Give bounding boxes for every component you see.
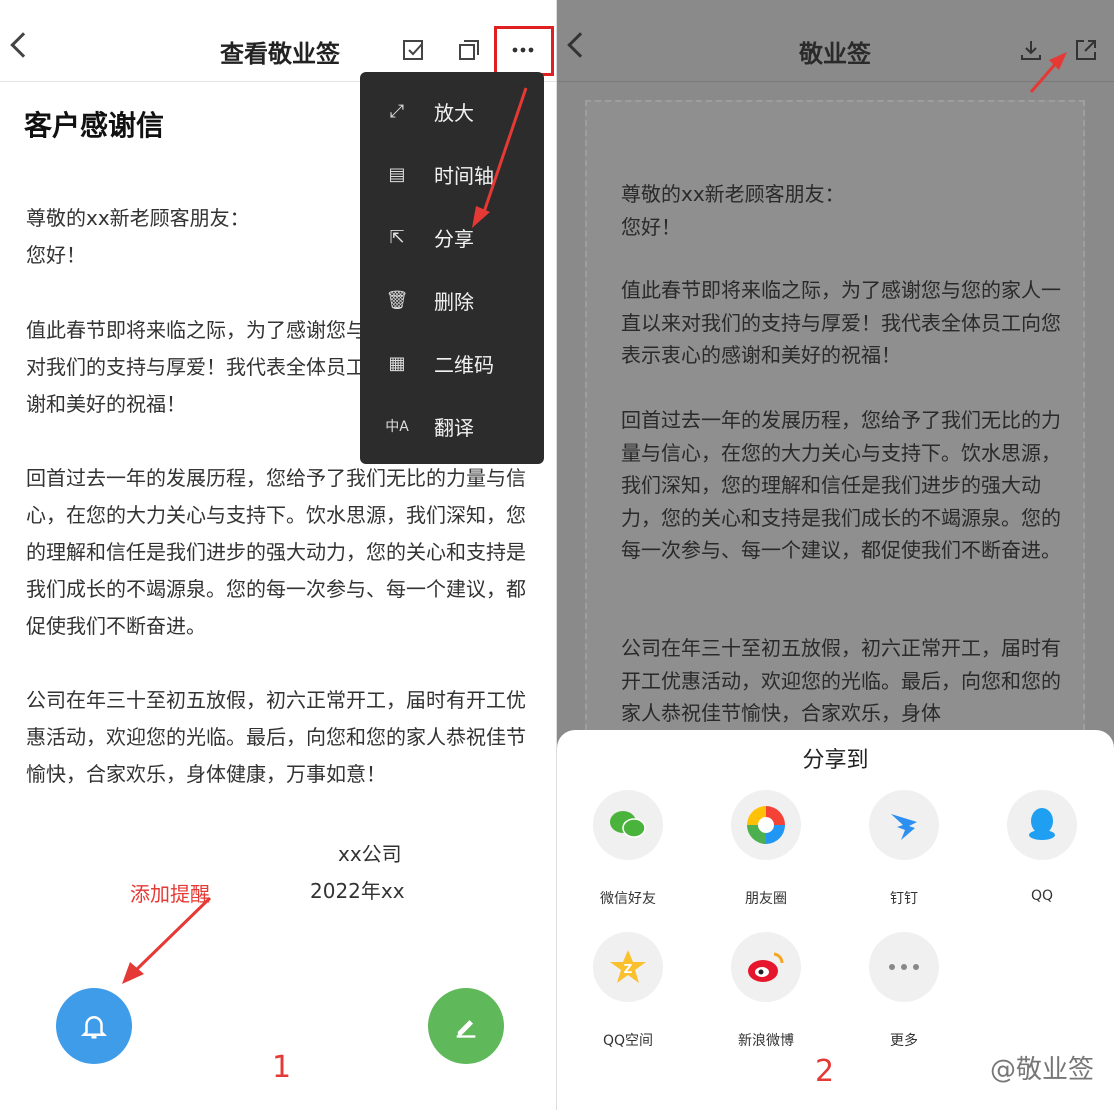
share-qzone[interactable]: Z QQ空间 [558,932,698,1050]
share-sheet-title: 分享到 [802,748,869,773]
share-label: QQ [1030,888,1054,904]
qq-icon [1007,790,1077,860]
more-icon [869,932,939,1002]
share-moments[interactable]: 朋友圈 [696,790,836,908]
watermark: @敬业签 [989,1055,1094,1085]
step-number: 2 [815,1054,835,1089]
share-dingtalk[interactable]: 钉钉 [834,790,974,908]
wechat-icon [593,790,663,860]
preview-paragraph-1: 值此春节即将来临之际，为了感谢您与您的家人一直以来对我们的支持与厚爱！我代表全体… [621,278,1061,367]
share-label: 新浪微博 [738,1033,794,1049]
dingtalk-icon [869,790,939,860]
edit-button[interactable] [428,988,504,1064]
step-number: 1 [272,1050,292,1085]
share-label: 钉钉 [890,891,918,907]
reminder-button[interactable] [56,988,132,1064]
share-wechat[interactable]: 微信好友 [558,790,698,908]
share-sheet: 分享到 微信好友 朋友圈 钉钉 QQ Z QQ空间 新浪微博 更多 2 @敬业签 [557,730,1114,1110]
share-panel: 敬业签 尊敬的xx新老顾客朋友： 您好！ 值此春节即将来临之际，为了感谢您与您的… [557,0,1114,1110]
share-label: 朋友圈 [745,891,787,907]
add-reminder-annotation: 添加提醒 [130,882,210,906]
share-qq[interactable]: QQ [972,790,1112,904]
moments-icon [731,790,801,860]
preview-greeting: 尊敬的xx新老顾客朋友： 您好！ [621,182,845,239]
pencil-icon [456,1020,476,1038]
share-label: 更多 [890,1033,918,1049]
svg-text:Z: Z [624,962,633,976]
note-view-panel: 查看敬业签 客户感谢信 尊敬的xx新老顾客朋友： 您好！ 值此春节即将来临之际，… [0,0,557,1110]
preview-paragraph-2: 回首过去一年的发展历程，您给予了我们无比的力量与信心，在您的大力关心与支持下。饮… [621,408,1061,562]
share-label: 微信好友 [600,891,656,907]
share-label: QQ空间 [602,1033,654,1049]
bell-icon [80,1016,108,1039]
preview-paragraph-3: 公司在年三十至初五放假，初六正常开工，届时有开工优惠活动，欢迎您的光临。最后，向… [621,636,1061,725]
annotation-arrows [122,87,528,984]
share-more[interactable]: 更多 [834,932,974,1050]
share-weibo[interactable]: 新浪微博 [696,932,836,1050]
qzone-icon: Z [593,932,663,1002]
weibo-icon [731,932,801,1002]
